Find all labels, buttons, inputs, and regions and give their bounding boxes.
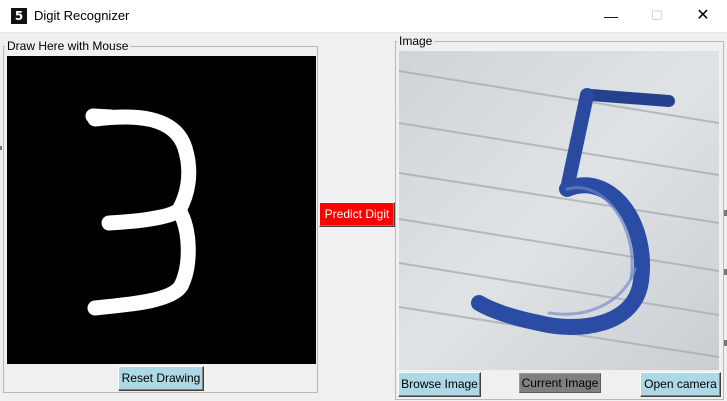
current-image-button[interactable]: Current Image — [519, 373, 601, 393]
maximize-button[interactable]: ☐ — [634, 0, 680, 32]
digit-photo — [399, 51, 719, 370]
close-icon: ✕ — [696, 7, 710, 24]
window-title: Digit Recognizer — [34, 8, 130, 23]
title-bar: 5 Digit Recognizer — ☐ ✕ — [0, 0, 727, 33]
browse-image-button[interactable]: Browse Image — [398, 372, 481, 397]
edge-artifact — [0, 146, 2, 150]
draw-panel-legend: Draw Here with Mouse — [7, 39, 129, 53]
drawn-digit-three — [85, 108, 197, 316]
image-panel-legend: Image — [399, 34, 433, 48]
reset-drawing-button[interactable]: Reset Drawing — [118, 366, 204, 391]
app-icon: 5 — [11, 8, 27, 24]
predict-digit-button[interactable]: Predict Digit — [319, 202, 395, 227]
minimize-button[interactable]: — — [588, 0, 634, 32]
maximize-icon: ☐ — [651, 8, 663, 23]
open-camera-button[interactable]: Open camera — [640, 372, 721, 397]
drawing-canvas[interactable] — [7, 56, 316, 364]
minimize-icon: — — [604, 8, 618, 24]
close-button[interactable]: ✕ — [680, 0, 726, 32]
